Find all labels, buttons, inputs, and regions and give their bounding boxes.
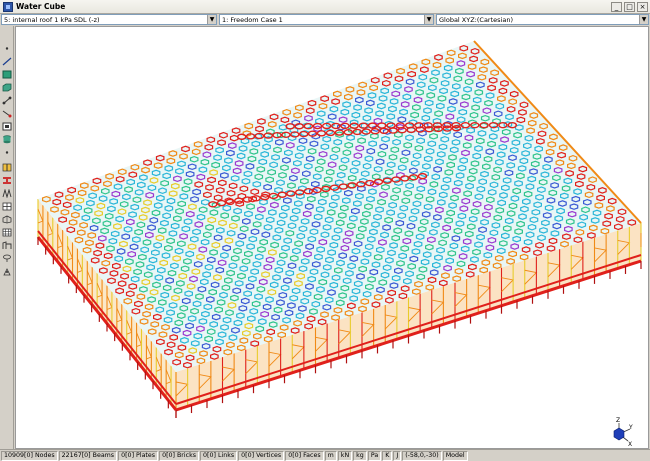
coordinate-system-value: Global XYZ:(Cartesian) — [437, 16, 639, 24]
entity-toolbar — [0, 26, 14, 449]
vertex-icon[interactable] — [2, 109, 12, 118]
window-title: Water Cube — [16, 2, 611, 11]
chevron-down-icon[interactable]: ▼ — [639, 15, 648, 24]
beam-cross-section-icon[interactable] — [2, 163, 12, 172]
status-links: 0[0] Links — [200, 451, 237, 461]
minimize-button[interactable]: _ — [611, 2, 622, 12]
status-mode: Model — [443, 451, 468, 461]
chevron-down-icon[interactable]: ▼ — [424, 15, 433, 24]
dot-icon[interactable] — [2, 44, 12, 53]
status-bricks: 0[0] Bricks — [159, 451, 199, 461]
model-viewport[interactable]: Z Y X — [15, 26, 649, 449]
link-icon[interactable] — [2, 96, 12, 105]
chevron-down-icon[interactable]: ▼ — [207, 15, 216, 24]
unit-pressure[interactable]: Pa — [368, 451, 381, 461]
mesh-icon[interactable] — [2, 215, 12, 224]
status-faces: 0[0] Faces — [285, 451, 323, 461]
unit-mass[interactable]: kg — [353, 451, 367, 461]
beam-property-icon[interactable] — [2, 176, 12, 185]
unit-length[interactable]: m — [325, 451, 337, 461]
face-icon[interactable] — [2, 122, 12, 131]
axis-y-label: Y — [628, 424, 633, 431]
shell-icon[interactable] — [2, 241, 12, 250]
status-nodes: 10909[0] Nodes — [1, 451, 58, 461]
maximize-button[interactable]: □ — [624, 2, 635, 12]
load-case-select[interactable]: 5: internal roof 1 kPa SDL (-z) ▼ — [1, 14, 217, 25]
status-bar: 10909[0] Nodes 22167[0] Beams 0[0] Plate… — [0, 449, 650, 461]
brick-icon[interactable] — [2, 83, 12, 92]
plate-icon[interactable] — [2, 70, 12, 79]
restraint-icon[interactable] — [2, 267, 12, 276]
line-icon[interactable] — [2, 57, 12, 66]
truss-icon[interactable] — [2, 189, 12, 198]
status-plates: 0[0] Plates — [118, 451, 158, 461]
small-dot-icon[interactable] — [2, 148, 12, 157]
unit-energy[interactable]: J — [393, 451, 401, 461]
unit-temperature[interactable]: K — [382, 451, 392, 461]
cylinder-icon[interactable] — [2, 135, 12, 144]
freedom-case-select[interactable]: 1: Freedom Case 1 ▼ — [219, 14, 434, 25]
coordinate-system-select[interactable]: Global XYZ:(Cartesian) ▼ — [436, 14, 649, 25]
frame-icon[interactable] — [2, 228, 12, 237]
case-selector-row: 5: internal roof 1 kPa SDL (-z) ▼ 1: Fre… — [0, 14, 650, 26]
load-case-value: 5: internal roof 1 kPa SDL (-z) — [2, 16, 207, 24]
grid-icon[interactable] — [2, 202, 12, 211]
load-icon[interactable] — [2, 254, 12, 263]
freedom-case-value: 1: Freedom Case 1 — [220, 16, 424, 24]
unit-force[interactable]: kN — [338, 451, 352, 461]
axis-z-label: Z — [616, 417, 620, 424]
status-beams: 22167[0] Beams — [59, 451, 117, 461]
status-coordinates: (-58,0,-30) — [402, 451, 442, 461]
axis-triad: Z Y X — [614, 417, 633, 448]
app-icon — [3, 2, 13, 12]
status-vertices: 0[0] Vertices — [238, 451, 284, 461]
water-cube-model[interactable]: Z Y X — [16, 27, 649, 449]
axis-x-label: X — [628, 441, 632, 448]
title-bar: Water Cube _ □ × — [0, 0, 650, 14]
cube-icon — [614, 428, 624, 440]
close-button[interactable]: × — [637, 2, 648, 12]
